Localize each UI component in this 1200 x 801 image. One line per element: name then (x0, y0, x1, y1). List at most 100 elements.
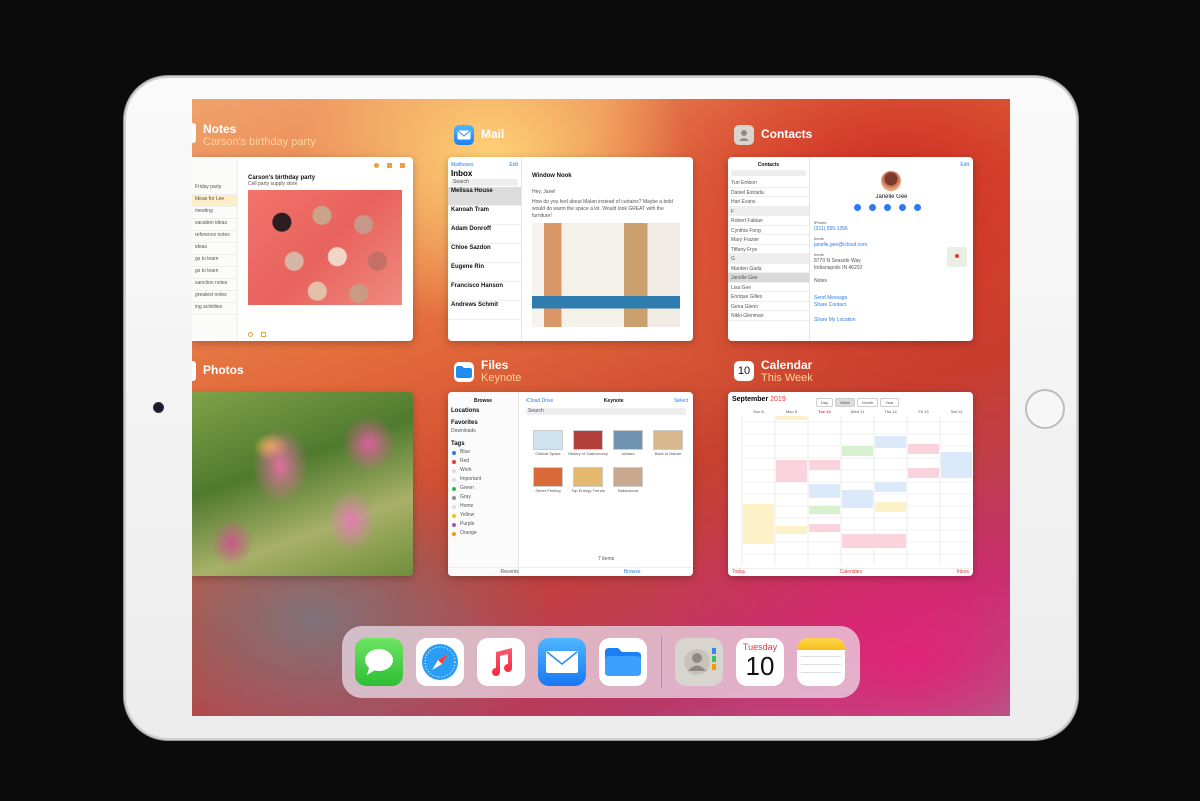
contact-list-item[interactable]: Cynthia Fong (728, 226, 809, 235)
mail-list-item[interactable]: Eugene Rin (448, 263, 521, 282)
contact-list-item[interactable]: Hari Evans (728, 197, 809, 207)
downloads-item[interactable]: Downloads (448, 426, 518, 437)
email-value[interactable]: janelle.gee@icloud.com (814, 242, 969, 249)
mail-edit-button[interactable]: Edit (509, 162, 518, 169)
note-list-item[interactable]: vacation ideas (192, 219, 237, 231)
calendar-event[interactable] (743, 504, 774, 544)
contact-list-item[interactable]: Mary Frazier (728, 235, 809, 245)
mail-card[interactable]: Mailboxes Edit Inbox Search Melissa Hous… (448, 157, 693, 341)
tag-item[interactable]: Green (448, 484, 518, 493)
call-action-icon[interactable] (869, 204, 876, 211)
note-list-item[interactable]: gs to learn (192, 267, 237, 279)
calendar-event[interactable] (941, 452, 972, 478)
file-item[interactable]: Clinical Space (528, 430, 568, 457)
note-list-item[interactable]: gs to learn (192, 255, 237, 267)
calendar-inbox-button[interactable]: Inbox (957, 569, 969, 576)
mailboxes-link[interactable]: Mailboxes (451, 162, 474, 169)
video-action-icon[interactable] (884, 204, 891, 211)
contact-list-item[interactable]: Enrique Gilles (728, 292, 809, 302)
checklist-icon[interactable] (248, 332, 253, 337)
send-message-link[interactable]: Send Message (814, 295, 969, 302)
note-list-item[interactable]: Ideas for Lee (192, 195, 237, 207)
phone-value[interactable]: (311) 555-1356 (814, 226, 969, 233)
share-icon[interactable] (374, 163, 379, 168)
contact-list-item[interactable]: Yuri Embon (728, 178, 809, 188)
mail-list-item[interactable]: Adam Donroff (448, 225, 521, 244)
calendar-today-button[interactable]: Today (732, 569, 745, 576)
messages-icon[interactable] (355, 638, 403, 686)
tag-item[interactable]: Yellow (448, 511, 518, 520)
file-item[interactable]: Salisbarrow (608, 467, 648, 494)
share-contact-link[interactable]: Share Contact (814, 302, 969, 309)
calendar-view-tab[interactable]: Day (816, 398, 834, 407)
note-list-item[interactable]: Friday party (192, 183, 237, 195)
calendar-event[interactable] (875, 502, 906, 512)
contacts-search-input[interactable] (731, 170, 806, 176)
tag-item[interactable]: Work (448, 466, 518, 475)
contact-list-item[interactable]: Janelle Gee (728, 273, 809, 283)
files-search-input[interactable]: Search (526, 408, 686, 415)
address-value[interactable]: 8770 N Seaside Way Indianapolis IN 46202 (814, 258, 884, 272)
calendars-button[interactable]: Calendars (840, 569, 863, 576)
contact-list-item[interactable]: Robert Fabian (728, 216, 809, 226)
calendar-event[interactable] (842, 490, 873, 508)
contacts-card[interactable]: Contacts Yuri Embon Daniel Estrada Hari Ev… (728, 157, 973, 341)
calendar-event[interactable] (809, 460, 840, 470)
calendar-event[interactable] (875, 436, 906, 448)
mail-list-item[interactable]: Melissa House (448, 187, 521, 206)
calendar-event[interactable] (776, 416, 807, 420)
file-item[interactable]: Back to Nature (648, 430, 688, 457)
calendar-week-grid[interactable] (728, 416, 973, 566)
calendar-event[interactable] (875, 482, 906, 492)
contact-list-item[interactable]: Marden Gada (728, 264, 809, 273)
note-list-item[interactable]: greatest notes (192, 291, 237, 303)
files-card[interactable]: Browse Locations Favorites Downloads Tag… (448, 392, 693, 576)
file-item[interactable]: Street Printing (528, 467, 568, 494)
note-list-item[interactable]: sanction notes (192, 279, 237, 291)
tab-recents[interactable]: Recents (500, 569, 518, 576)
calendar-event[interactable] (809, 484, 840, 498)
calendar-event[interactable] (809, 524, 840, 532)
calendar-icon[interactable]: Tuesday 10 (736, 638, 784, 686)
notes-icon[interactable] (797, 638, 845, 686)
message-action-icon[interactable] (854, 204, 861, 211)
trash-icon[interactable] (387, 163, 392, 168)
tag-item[interactable]: Home (448, 502, 518, 511)
calendar-view-tab[interactable]: Year (880, 398, 899, 407)
compose-icon[interactable] (400, 163, 405, 168)
file-item[interactable]: History of Gastronomy (568, 430, 608, 457)
home-button[interactable] (1025, 389, 1065, 429)
contact-list-item[interactable]: Daniel Estrada (728, 188, 809, 197)
contacts-icon[interactable] (675, 638, 723, 686)
photos-card[interactable] (192, 392, 413, 576)
camera-icon[interactable] (261, 332, 266, 337)
note-list-item[interactable]: ing activities (192, 303, 237, 315)
tag-item[interactable]: Important (448, 475, 518, 484)
safari-icon[interactable] (416, 638, 464, 686)
mail-list-item[interactable]: Andrews Schmit (448, 301, 521, 320)
contact-edit-button[interactable]: Edit (960, 162, 969, 169)
tag-item[interactable]: Gray (448, 493, 518, 502)
mail-list-item[interactable]: Chloe Sazdon (448, 244, 521, 263)
pay-action-icon[interactable] (914, 204, 921, 211)
select-button[interactable]: Select (674, 398, 688, 405)
calendar-event[interactable] (908, 468, 939, 478)
share-location-link[interactable]: Share My Location (814, 317, 969, 324)
calendar-card[interactable]: September 2019 Day Week Month Year Sun 8 Mon… (728, 392, 973, 576)
notes-card[interactable]: Friday party Ideas for Lee meeting vacation… (192, 157, 413, 341)
mail-search-input[interactable]: Search (451, 179, 518, 186)
calendar-event[interactable] (776, 526, 807, 534)
mail-icon[interactable] (538, 638, 586, 686)
mail-action-icon[interactable] (899, 204, 906, 211)
tag-item[interactable]: Orange (448, 529, 518, 538)
music-icon[interactable] (477, 638, 525, 686)
calendar-view-tab[interactable]: Week (835, 398, 856, 407)
mail-list-item[interactable]: Kanoah Tram (448, 206, 521, 225)
icloud-drive-link[interactable]: iCloud Drive (526, 398, 553, 405)
contact-list-item[interactable]: Tiffany Frye (728, 245, 809, 254)
note-list-item[interactable]: reference notes (192, 231, 237, 243)
files-icon[interactable] (599, 638, 647, 686)
file-item[interactable]: Top Energy Trends (568, 467, 608, 494)
contact-list-item[interactable]: Gena Glenn (728, 302, 809, 311)
tag-item[interactable]: Blue (448, 448, 518, 457)
